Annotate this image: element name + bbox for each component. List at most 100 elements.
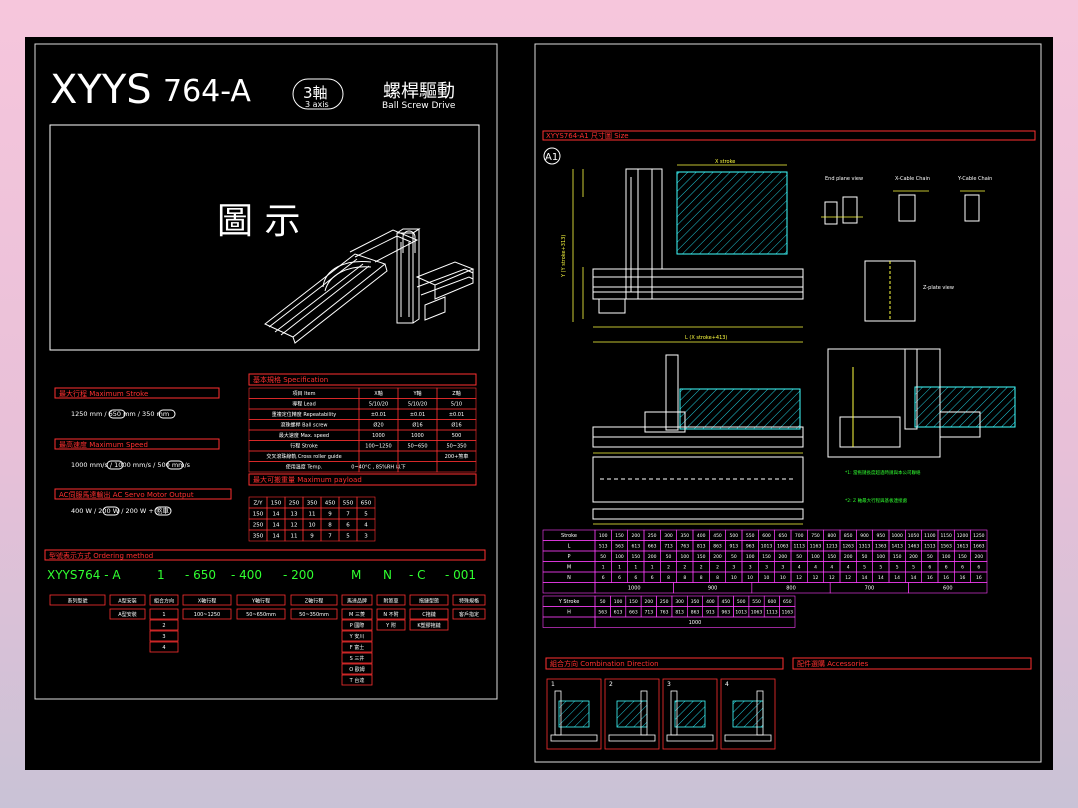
dim-cell: 1 xyxy=(618,565,621,571)
dim-cell: 613 xyxy=(632,544,641,550)
title-main: XYYS xyxy=(50,67,152,113)
spec-title: 基本規格 Specification xyxy=(253,375,328,384)
dim-cell: 1413 xyxy=(891,544,903,550)
order-value: 100~1250 xyxy=(194,612,220,618)
order-brand: F 富士 xyxy=(350,644,364,651)
payload-cell: 11 xyxy=(309,512,316,518)
dim-cell: 913 xyxy=(730,544,739,550)
dim-cell: 400 xyxy=(697,533,706,539)
spec-cell: 最大速度 Max. speed xyxy=(279,432,329,439)
combo-number: 1 xyxy=(551,681,555,688)
dim-cell: 450 xyxy=(721,599,730,605)
end-view-label: End plane view xyxy=(825,176,863,182)
dim-cell: 963 xyxy=(746,544,755,550)
dim-cell: 713 xyxy=(664,544,673,550)
dim-cell: 850 xyxy=(844,533,853,539)
spec-cell: 200+煞車 xyxy=(445,453,469,460)
dim-cell: 863 xyxy=(713,544,722,550)
dim-cell: 12 xyxy=(796,575,802,581)
order-box-label: Z軸行程 xyxy=(305,598,323,605)
dim-cell: 1363 xyxy=(875,544,887,550)
payload-cell: 6 xyxy=(346,523,350,529)
dim-cell: 1013 xyxy=(761,544,773,550)
dim-cell: 1063 xyxy=(751,610,763,616)
dim-row-label: M xyxy=(567,565,571,571)
dim-cell: 913 xyxy=(706,610,715,616)
dim-cell: 1163 xyxy=(810,544,822,550)
dim-cell: 650 xyxy=(783,599,792,605)
dim-cell: 1663 xyxy=(973,544,985,550)
max-speed-title: 最高速度 Maximum Speed xyxy=(59,440,148,449)
dim-cell: 100 xyxy=(615,554,624,560)
dim-cell: 200 xyxy=(645,599,654,605)
dim-cell: 650 xyxy=(779,533,788,539)
dim-cell: 150 xyxy=(828,554,837,560)
speed-cell: 1000 xyxy=(628,586,641,592)
spec-cell: 交叉滾珠線軌 Cross roller guide xyxy=(266,453,341,460)
payload-cell: 150 xyxy=(253,512,264,518)
dim-cell: 6 xyxy=(618,575,621,581)
dim-row-label: Y Stroke xyxy=(558,599,580,605)
payload-cell: 13 xyxy=(291,512,298,518)
dim-cell: 1100 xyxy=(924,533,936,539)
dim-cell: 713 xyxy=(645,610,654,616)
payload-cell: 250 xyxy=(289,501,300,507)
stroke-label: X stroke xyxy=(715,159,735,165)
dim-cell: 800 xyxy=(828,533,837,539)
order-code-part: - 200 xyxy=(283,568,314,582)
cad-drawing: XYYS 764-A 3軸 3 axis 螺桿驅動 Ball Screw Dri… xyxy=(34,43,1042,763)
dim-cell: 750 xyxy=(811,533,820,539)
servo-title: AC伺服馬達輸出 AC Servo Motor Output xyxy=(59,490,194,499)
order-box-label: 組合方向 xyxy=(154,598,174,605)
order-value: 客戶指定 xyxy=(459,611,479,618)
dim-cell: 200 xyxy=(648,554,657,560)
dim-cell: 4 xyxy=(814,565,817,571)
order-box-label: 系列型號 xyxy=(67,598,87,605)
dim-row-label: Stroke xyxy=(561,533,577,539)
spec-cell: 5/10/20 xyxy=(369,402,388,408)
drawing-sheet: XYYS 764-A 3軸 3 axis 螺桿驅動 Ball Screw Dri… xyxy=(25,37,1053,770)
dim-cell: 813 xyxy=(675,610,684,616)
dim-cell: 513 xyxy=(599,544,608,550)
ychain-label: Y-Cable Chain xyxy=(957,176,992,182)
dim-cell: 500 xyxy=(730,533,739,539)
dim-cell: 50 xyxy=(927,554,933,560)
drive-en: Ball Screw Drive xyxy=(382,101,456,111)
payload-cell: 4 xyxy=(364,523,368,529)
dim-cell: 1563 xyxy=(940,544,952,550)
dim-title: XYYS764-A1 尺寸圖 Size xyxy=(546,131,629,140)
payload-cell: 5 xyxy=(364,512,368,518)
payload-cell: 14 xyxy=(273,534,280,540)
dim-cell: 1 xyxy=(602,565,605,571)
dim-cell: 2 xyxy=(700,565,703,571)
dim-cell: 6 xyxy=(602,575,605,581)
dim-cell: 200 xyxy=(844,554,853,560)
dim-cell: 8 xyxy=(700,575,703,581)
top-view-drawing: X stroke L (X stroke+413) Y (Y stroke+31… xyxy=(561,159,804,343)
dim-cell: 3 xyxy=(749,565,752,571)
dim-cell: 600 xyxy=(762,533,771,539)
dim-cell: 3 xyxy=(781,565,784,571)
dim-cell: 150 xyxy=(615,533,624,539)
dim-cell: 50 xyxy=(666,554,672,560)
dim-cell: 10 xyxy=(764,575,770,581)
dim-cell: 563 xyxy=(615,544,624,550)
speed-cell: 900 xyxy=(708,586,718,592)
order-code-part: XYYS764 - A xyxy=(47,568,121,582)
spec-cell: Y軸 xyxy=(412,390,421,397)
payload-cell: 9 xyxy=(328,512,332,518)
dim-cell: 950 xyxy=(877,533,886,539)
dim-cell: 12 xyxy=(845,575,851,581)
dim-cell: 100 xyxy=(681,554,690,560)
spec-cell: ±0.01 xyxy=(410,412,425,418)
order-code-part: - 400 xyxy=(231,568,262,582)
axes-badge-en: 3 axis xyxy=(305,100,329,109)
dim-cell: 150 xyxy=(893,554,902,560)
payload-cell: 350 xyxy=(307,501,318,507)
dim-cell: 6 xyxy=(651,575,654,581)
dim-cell: 1063 xyxy=(777,544,789,550)
speed-cell: 700 xyxy=(865,586,875,592)
order-code-part: - 001 xyxy=(445,568,476,582)
dim-cell: 16 xyxy=(943,575,949,581)
dim-cell: 1150 xyxy=(940,533,952,539)
